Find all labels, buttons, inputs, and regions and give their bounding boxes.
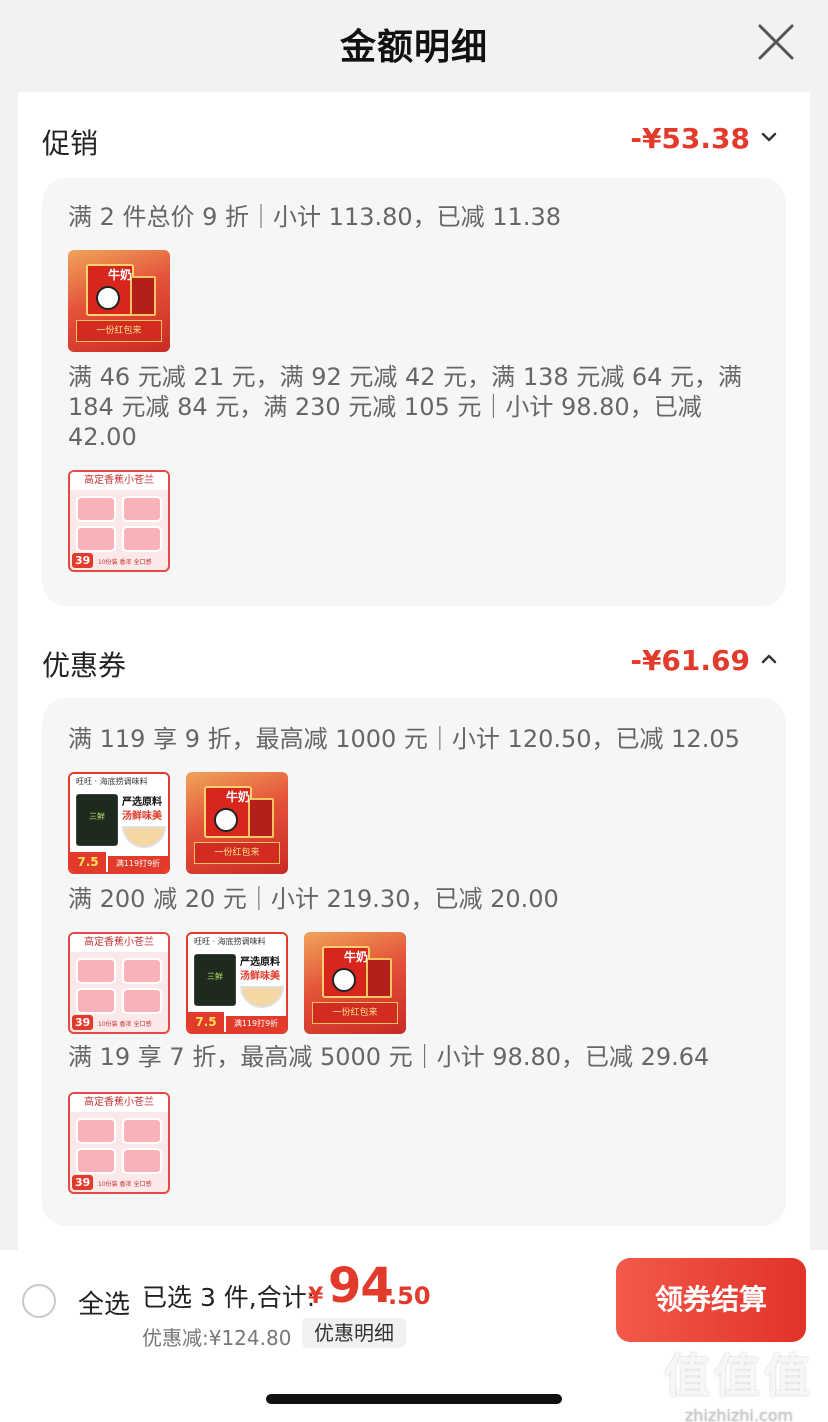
coupon-items-2: 高定香蕉小苍兰 39 10份装 香浓 全口感 旺旺 · 海底捞调味料 三鲜 严选… xyxy=(68,932,406,1034)
product-thumbnail-ham[interactable]: 高定香蕉小苍兰 39 10份装 香浓 全口感 xyxy=(68,932,170,1034)
promotion-amount: -¥53.38 xyxy=(630,122,750,155)
discount-detail-button[interactable]: 优惠明细 xyxy=(302,1318,406,1348)
sheet-title: 金额明细 xyxy=(339,27,488,68)
amount-detail-sheet: 金额明细 促销 -¥53.38 满 2 件总价 9 折｜小计 113.80，已减… xyxy=(0,0,828,1422)
site-watermark: 值值值 zhizhizhi.com xyxy=(664,1349,814,1422)
home-indicator[interactable] xyxy=(266,1394,562,1404)
coupon-section-header[interactable]: 优惠券 -¥61.69 xyxy=(42,638,786,688)
checkout-button[interactable]: 领券结算 xyxy=(616,1258,806,1342)
promotion-card: 满 2 件总价 9 折｜小计 113.80，已减 11.38 牛奶 一份红包来 … xyxy=(42,178,786,606)
detail-panel: 促销 -¥53.38 满 2 件总价 9 折｜小计 113.80，已减 11.3… xyxy=(18,92,810,1252)
close-button[interactable] xyxy=(756,22,796,62)
coupon-rule-3: 满 19 享 7 折，最高减 5000 元｜小计 98.80，已减 29.64 xyxy=(68,1043,710,1071)
total-currency: ¥ xyxy=(308,1284,324,1309)
select-all-checkbox[interactable] xyxy=(22,1284,56,1318)
coupon-items-3: 高定香蕉小苍兰 39 10份装 香浓 全口感 xyxy=(68,1092,170,1194)
promotion-rule-2: 满 46 元减 21 元，满 92 元减 42 元，满 138 元减 64 元，… xyxy=(68,363,743,451)
coupon-items-1: 旺旺 · 海底捞调味料 三鲜 严选原料 汤鲜味美 7.5 满119打9折 牛奶 一… xyxy=(68,772,288,874)
sheet-header: 金额明细 xyxy=(0,0,828,92)
chevron-down-icon[interactable] xyxy=(758,126,780,148)
product-thumbnail-ham[interactable]: 高定香蕉小苍兰 39 10份装 香浓 全口感 xyxy=(68,1092,170,1194)
product-thumbnail-hotpot[interactable]: 旺旺 · 海底捞调味料 三鲜 严选原料 汤鲜味美 7.5 满119打9折 xyxy=(68,772,170,874)
promotion-items-1: 牛奶 一份红包来 xyxy=(68,250,170,352)
coupon-rule-1: 满 119 享 9 折，最高减 1000 元｜小计 120.50，已减 12.0… xyxy=(68,725,740,753)
promotion-section-header[interactable]: 促销 -¥53.38 xyxy=(42,116,786,166)
promotion-rule-1: 满 2 件总价 9 折｜小计 113.80，已减 11.38 xyxy=(68,203,561,231)
total-price-decimal: .50 xyxy=(388,1282,431,1310)
chevron-up-icon[interactable] xyxy=(758,648,780,670)
coupon-title: 优惠券 xyxy=(42,649,127,682)
promotion-items-2: 高定香蕉小苍兰 39 10份装 香浓 全口感 xyxy=(68,470,170,572)
product-thumbnail-milk[interactable]: 牛奶 一份红包来 xyxy=(186,772,288,874)
promotion-title: 促销 xyxy=(42,127,99,160)
product-thumbnail-milk[interactable]: 牛奶 一份红包来 xyxy=(304,932,406,1034)
product-thumbnail-milk[interactable]: 牛奶 一份红包来 xyxy=(68,250,170,352)
coupon-card: 满 119 享 9 折，最高减 1000 元｜小计 120.50，已减 12.0… xyxy=(42,698,786,1226)
discount-total: 优惠减:¥124.80 xyxy=(142,1326,292,1350)
select-all-label[interactable]: 全选 xyxy=(78,1284,130,1321)
product-thumbnail-hotpot[interactable]: 旺旺 · 海底捞调味料 三鲜 严选原料 汤鲜味美 7.5 满119打9折 xyxy=(186,932,288,1034)
product-thumbnail-ham[interactable]: 高定香蕉小苍兰 39 10份装 香浓 全口感 xyxy=(68,470,170,572)
selection-summary: 已选 3 件,合计: xyxy=(142,1283,316,1312)
coupon-rule-2: 满 200 减 20 元｜小计 219.30，已减 20.00 xyxy=(68,885,559,913)
total-price-integer: 94 xyxy=(328,1258,394,1314)
close-icon xyxy=(758,24,794,60)
coupon-amount: -¥61.69 xyxy=(630,644,750,677)
